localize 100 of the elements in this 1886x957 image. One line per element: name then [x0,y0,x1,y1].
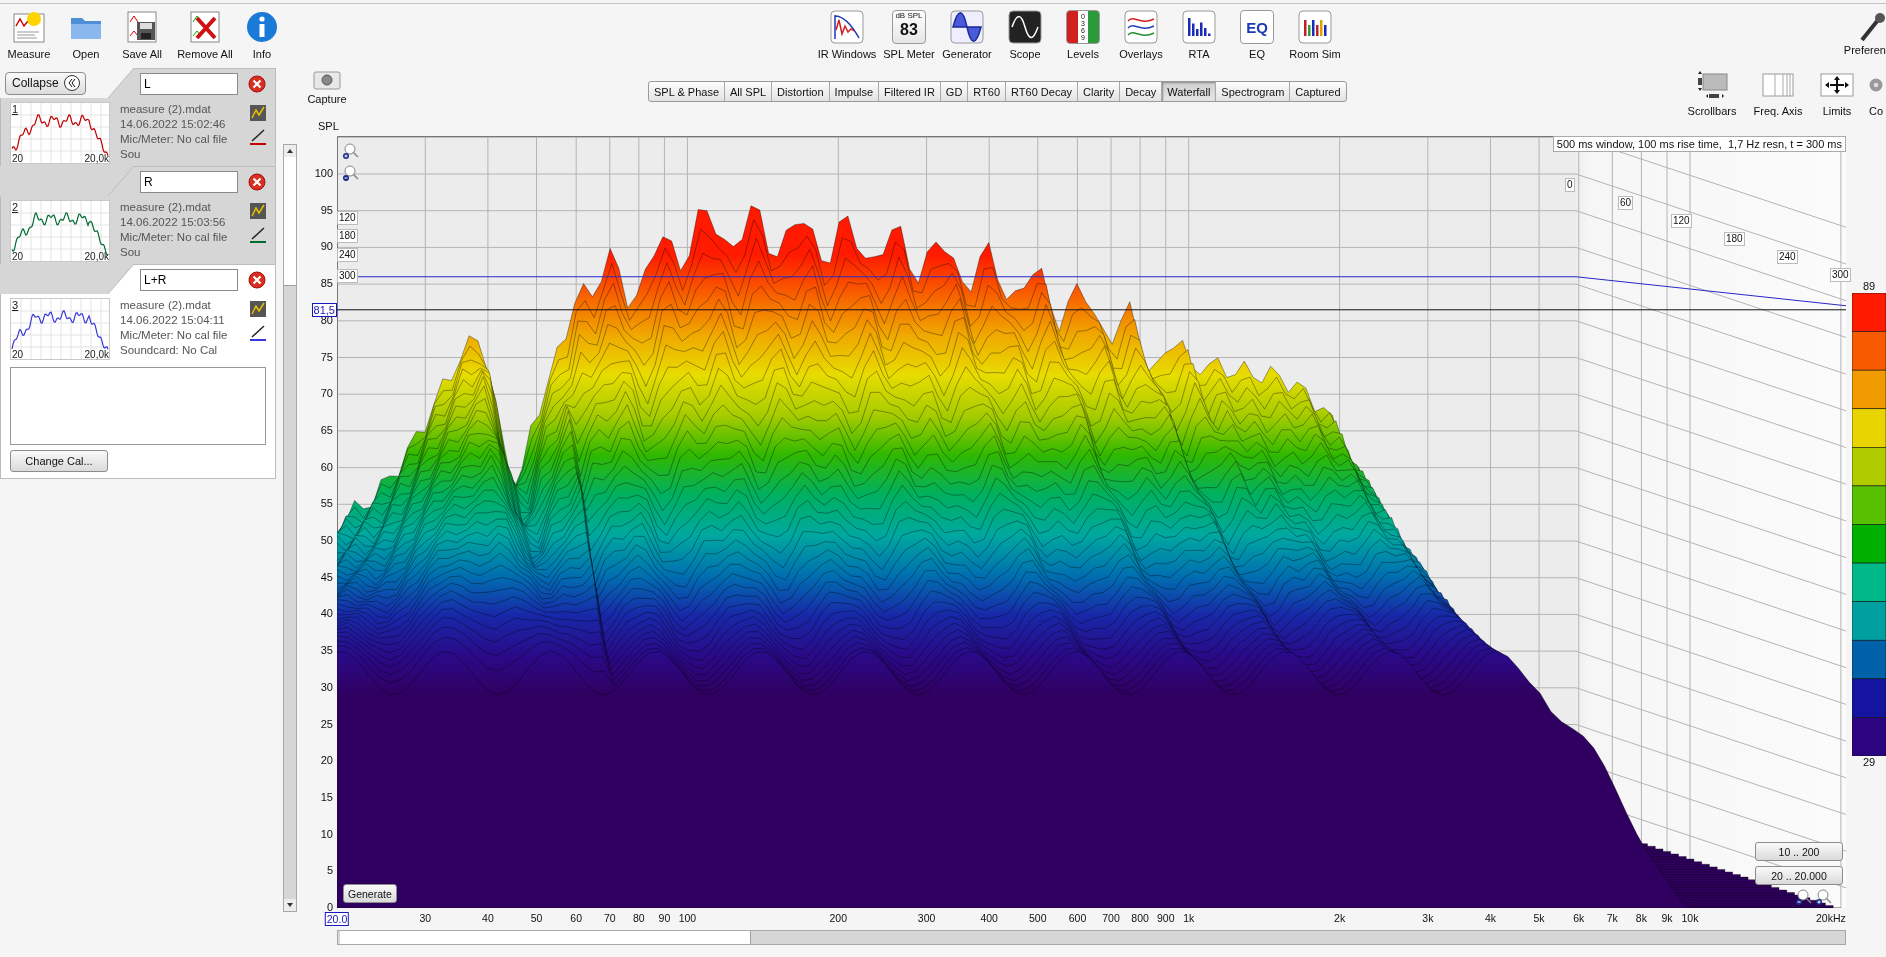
graph-tab[interactable]: Distortion [772,82,830,101]
generate-button[interactable]: Generate [343,884,397,903]
x-tick-label: 10k [1680,912,1700,924]
graph-tab[interactable]: RT60 [968,82,1007,101]
horizontal-scrollbar[interactable] [337,930,1846,945]
close-icon[interactable] [248,74,266,93]
time-label: 0 [1565,178,1575,192]
measurement-number: 1 [12,103,19,115]
tool-button[interactable]: EQ EQ [1230,10,1284,60]
tool-button[interactable]: dB SPL 83 SPL Meter [882,10,936,60]
toolbar-button[interactable]: Measure [0,10,58,60]
time-label: 180 [1724,232,1745,246]
zoom-in-icon[interactable] [342,142,360,160]
x-tick-label: 8k [1634,912,1648,924]
time-label: 240 [1777,250,1798,264]
x-tick-label: 100 [677,912,698,924]
y-tick-label: 75 [320,350,333,363]
preferences-label[interactable]: Preferen [1843,44,1886,56]
x-tick-label: 80 [631,912,646,924]
time-label: 300 [337,269,358,283]
tool-button[interactable]: RTA [1172,10,1226,60]
impulse-icon [830,10,864,44]
view-tool-button[interactable]: Limits [1814,68,1860,117]
y-tick-label: 35 [320,644,333,657]
soundcard-status: Sou [120,147,142,162]
collapse-button[interactable]: Collapse [5,71,86,95]
x-tick-label: 300 [916,912,937,924]
line-style-icon[interactable] [249,226,267,244]
toolbar-button[interactable]: Save All [114,10,170,60]
timestamp: 14.06.2022 15:03:56 [120,215,227,230]
x-tick-label: 1k [1182,912,1196,924]
camera-icon [313,68,341,90]
x-tick-label: 9k [1660,912,1674,924]
tool-button[interactable]: Overlays [1114,10,1168,60]
save-icon [125,10,159,44]
graph-tab[interactable]: Filtered IR [879,82,941,101]
y-tick-label: 10 [320,827,333,840]
graph-tab[interactable]: All SPL [725,82,773,101]
toolbar-button[interactable]: Remove All [172,10,238,60]
close-icon[interactable] [248,270,266,289]
graph-tab[interactable]: Impulse [829,82,880,101]
toolbar-button[interactable]: Open [60,10,112,60]
x-tick-label: 50 [529,912,544,924]
cursor-frequency: 20.0 [324,912,350,926]
tool-button[interactable]: Scope [998,10,1052,60]
range-button[interactable]: 20 .. 20.000 [1755,866,1843,885]
graph-tab[interactable]: GD [940,82,969,101]
y-tick-label: 100 [314,167,333,179]
vertical-scrollbar[interactable] [283,144,297,912]
x-tick-label: 600 [1067,912,1088,924]
x-tick-label: 4k [1483,912,1498,924]
line-style-icon[interactable] [249,324,267,342]
info-icon [245,10,279,44]
graph-tab[interactable]: Captured [1290,82,1346,101]
range-button[interactable]: 10 .. 200 [1755,842,1843,861]
time-label: 120 [337,211,358,225]
tool-button[interactable]: Generator [940,10,994,60]
axis-title: SPL [318,120,339,132]
tool-button[interactable]: IR Windows [816,10,878,60]
chart-edit-icon[interactable] [249,300,267,318]
capture-button[interactable]: Capture [303,68,351,105]
range-start: 20 [12,153,24,164]
name-field[interactable]: R [140,170,238,193]
time-label: 300 [1830,268,1851,282]
zoom-out-icon[interactable] [342,164,360,182]
zoom-out-icon[interactable] [1795,888,1813,906]
toolbar-button[interactable]: Info [240,10,284,60]
graph-tab[interactable]: RT60 Decay [1006,82,1078,101]
zoom-in-icon[interactable] [1815,888,1833,906]
chart-edit-icon[interactable] [249,104,267,122]
scrollbar-thumb[interactable] [284,157,296,286]
bar-graph-icon [1182,10,1216,44]
graph-tab[interactable]: Spectrogram [1216,82,1291,101]
measurement-card[interactable]: R [134,166,276,196]
y-tick-label: 85 [320,277,333,290]
graph-tab[interactable]: SPL & Phase [649,82,726,101]
graph-tab[interactable]: Clarity [1078,82,1121,101]
name-field[interactable]: L [140,72,238,95]
scroll-up-icon[interactable] [284,145,296,157]
x-tick-label: 3k [1421,912,1435,924]
y-tick-label: 25 [320,717,333,730]
icon-caption: dB SPL [895,11,923,21]
name-field[interactable]: L+R [140,268,238,291]
view-tool-button[interactable]: Freq. Axis [1748,68,1808,117]
waterfall-settings: 500 ms window, 100 ms rise time, 1,7 Hz resn, t = 300 ms [1552,136,1846,152]
scrollbar-thumb[interactable] [340,931,751,944]
range-start: 20 [12,251,24,262]
graph-tab[interactable]: Waterfall [1162,82,1217,101]
close-icon[interactable] [248,172,266,191]
x-tick-label: 900 [1156,912,1176,924]
view-tool-button[interactable]: Scrollbars [1682,68,1742,117]
chart-edit-icon[interactable] [249,202,267,220]
change-cal-button[interactable]: Change Cal... [10,450,108,472]
view-tool-button[interactable]: Co [1866,68,1886,117]
range-end: 20,0k [84,349,109,360]
time-label: 180 [337,229,358,243]
line-style-icon[interactable] [249,128,267,146]
tool-button[interactable]: Room Sim [1288,10,1342,60]
measurement-number: 3 [12,299,19,311]
scroll-down-icon[interactable] [284,899,296,911]
